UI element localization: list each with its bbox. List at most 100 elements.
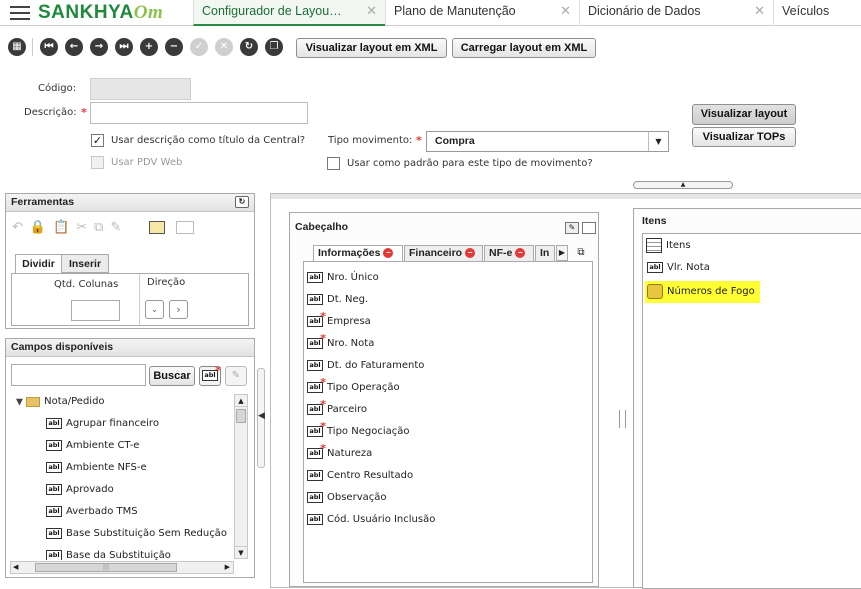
table-icon[interactable]: [149, 221, 165, 234]
tab-informacoes[interactable]: Informações −: [313, 245, 403, 261]
last-record-icon[interactable]: ⏭: [115, 38, 133, 56]
horizontal-scrollbar[interactable]: ◀ ||| ▶: [10, 561, 234, 574]
dividir-content: Qtd. Colunas Direção ⌄ ›: [11, 273, 249, 326]
field-add-icon[interactable]: abl: [199, 366, 221, 386]
cabecalho-field[interactable]: abl Centro Resultado: [307, 470, 413, 482]
remove-icon[interactable]: −: [383, 248, 394, 259]
previous-icon[interactable]: ←: [65, 38, 83, 56]
pdv-checkbox: [91, 156, 104, 169]
descricao-field[interactable]: [90, 102, 308, 124]
field-icon: abl: [46, 528, 62, 539]
tab-more[interactable]: In: [535, 245, 555, 261]
cancel-icon[interactable]: ✕: [215, 38, 233, 56]
use-desc-checkbox[interactable]: ✓: [91, 134, 104, 147]
field-label: Nro. Único: [327, 272, 379, 283]
direction-right-icon[interactable]: ›: [169, 300, 188, 319]
list-item[interactable]: abl Aprovado: [46, 484, 114, 496]
cabecalho-field[interactable]: ablNro. Nota: [307, 334, 374, 350]
layout-icon[interactable]: [176, 221, 194, 234]
cabecalho-field[interactable]: ablEmpresa: [307, 312, 371, 328]
field-icon: abl: [307, 514, 323, 525]
layout-icon[interactable]: [582, 222, 596, 234]
vertical-scrollbar[interactable]: ▲ ▼: [234, 394, 248, 559]
search-input[interactable]: [11, 364, 146, 386]
puzzle-icon: [647, 284, 663, 299]
use-desc-label: Usar descrição como título da Central?: [111, 135, 306, 146]
tab-inserir[interactable]: Inserir: [61, 254, 109, 273]
tab-financeiro[interactable]: Financeiro −: [404, 245, 483, 261]
list-item[interactable]: abl Averbado TMS: [46, 506, 138, 518]
next-icon[interactable]: →: [90, 38, 108, 56]
cabecalho-field[interactable]: abl Dt. Neg.: [307, 294, 368, 306]
edit-icon[interactable]: ✎: [565, 222, 579, 234]
field-icon: abl: [46, 484, 62, 495]
cabecalho-field[interactable]: abl Cód. Usuário Inclusão: [307, 514, 435, 526]
close-icon[interactable]: ✕: [366, 0, 377, 22]
view-tops-button[interactable]: Visualizar TOPs: [692, 127, 796, 147]
add-icon[interactable]: +: [140, 38, 158, 56]
tab-plano-manutencao[interactable]: Plano de Manutenção ✕: [385, 0, 579, 26]
menu-icon[interactable]: [10, 6, 30, 20]
folder-icon: [26, 396, 41, 407]
tab-list-icon[interactable]: ⧉: [574, 246, 588, 260]
list-item[interactable]: abl Agrupar financeiro: [46, 418, 159, 430]
codigo-field: [90, 78, 191, 100]
cabecalho-field[interactable]: abl Dt. do Faturamento: [307, 360, 424, 372]
cabecalho-field[interactable]: abl Observação: [307, 492, 386, 504]
cabecalho-field[interactable]: ablTipo Negociação: [307, 422, 409, 438]
field-icon: abl: [307, 470, 323, 481]
list-item[interactable]: abl Ambiente NFS-e: [46, 462, 147, 474]
remove-icon[interactable]: −: [465, 248, 476, 259]
confirm-icon[interactable]: ✓: [190, 38, 208, 56]
edit-icon[interactable]: ✎: [225, 366, 247, 386]
resize-handle[interactable]: [619, 410, 626, 428]
direction-down-icon[interactable]: ⌄: [145, 300, 164, 319]
cabecalho-field[interactable]: ablParceiro: [307, 400, 367, 416]
field-icon: abl: [307, 400, 326, 415]
collapse-icon[interactable]: ↻: [235, 196, 249, 208]
field-icon: abl: [46, 506, 62, 517]
copy-icon[interactable]: ❐: [265, 38, 283, 56]
tab-configurador[interactable]: Configurador de Layou… ✕: [193, 0, 385, 26]
qtd-colunas-input[interactable]: [71, 300, 120, 321]
close-icon[interactable]: ✕: [560, 0, 571, 22]
cabecalho-field[interactable]: ablNatureza: [307, 444, 372, 460]
itens-grid-entry[interactable]: Itens: [646, 238, 691, 253]
chevron-down-icon[interactable]: ▼: [648, 132, 668, 151]
search-button[interactable]: Buscar: [149, 366, 195, 386]
remove-icon[interactable]: −: [165, 38, 183, 56]
field-icon: abl: [46, 462, 62, 473]
cabecalho-field[interactable]: ablTipo Operação: [307, 378, 400, 394]
load-xml-button[interactable]: Carregar layout em XML: [452, 38, 596, 58]
tab-veiculos[interactable]: Veículos: [773, 0, 861, 26]
collapse-left-icon[interactable]: ◀: [258, 411, 265, 421]
collapse-handle[interactable]: ▲: [633, 181, 733, 189]
vlr-nota-entry[interactable]: abl Vlr. Nota: [647, 262, 710, 274]
field-icon: abl: [307, 492, 323, 503]
direcao-label: Direção: [147, 277, 186, 288]
view-xml-button[interactable]: Visualizar layout em XML: [296, 38, 447, 58]
field-icon: abl: [46, 418, 62, 429]
field-icon: abl: [307, 312, 326, 327]
list-item[interactable]: abl Ambiente CT-e: [46, 440, 139, 452]
first-record-icon[interactable]: ⏮: [40, 38, 58, 56]
field-label: Centro Resultado: [327, 470, 414, 481]
tipo-mov-value: Compra: [435, 135, 475, 147]
list-item[interactable]: abl Base Substituição Sem Redução: [46, 528, 227, 540]
use-padrao-checkbox[interactable]: [327, 157, 340, 170]
tab-dicionario[interactable]: Dicionário de Dados ✕: [579, 0, 773, 26]
tab-scroll-right-icon[interactable]: ▶: [556, 245, 568, 261]
numeros-fogo-entry[interactable]: Números de Fogo: [647, 284, 755, 299]
refresh-icon[interactable]: ↻: [240, 38, 258, 56]
tab-dividir[interactable]: Dividir: [15, 254, 62, 274]
tab-nfe[interactable]: NF-e −: [484, 245, 534, 261]
cabecalho-field[interactable]: abl Nro. Único: [307, 272, 379, 284]
close-icon[interactable]: ✕: [754, 0, 765, 22]
folder-node[interactable]: ▼ Nota/Pedido: [16, 396, 105, 408]
field-icon: abl: [307, 294, 323, 305]
grid-icon[interactable]: ▦: [8, 38, 26, 56]
view-layout-button[interactable]: Visualizar layout: [692, 104, 796, 125]
remove-icon[interactable]: −: [515, 248, 526, 259]
tipo-mov-select[interactable]: Compra ▼: [426, 131, 669, 152]
list-item[interactable]: abl Base da Substituição: [46, 550, 171, 560]
